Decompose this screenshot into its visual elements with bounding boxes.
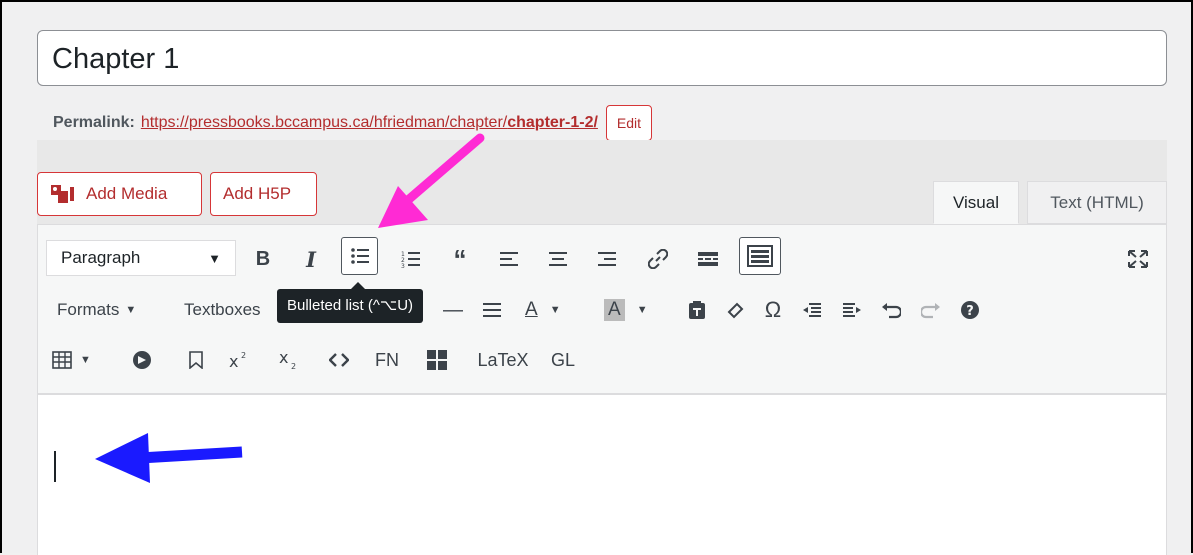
background-color-icon: A <box>604 299 625 321</box>
glossary-button[interactable]: GL <box>547 343 579 377</box>
format-select[interactable]: Paragraph ▼ <box>46 240 236 276</box>
bulleted-list-icon <box>350 247 370 265</box>
permalink-edit-button[interactable]: Edit <box>605 105 653 141</box>
svg-text:2: 2 <box>241 351 246 360</box>
h5p-icon[interactable] <box>129 343 155 377</box>
format-select-value: Paragraph <box>61 248 141 267</box>
add-h5p-label: Add H5P <box>223 184 292 203</box>
add-media-button[interactable]: Add Media <box>37 172 202 216</box>
superscript-icon[interactable]: x2 <box>226 343 252 377</box>
align-left-icon[interactable] <box>496 242 522 276</box>
code-icon[interactable] <box>326 343 352 377</box>
pink-arrow <box>378 133 485 228</box>
align-center-icon[interactable] <box>545 242 571 276</box>
table-button[interactable]: ▼ <box>52 343 102 377</box>
grid-icon[interactable] <box>424 343 450 377</box>
chevron-down-icon: ▼ <box>549 304 561 316</box>
formats-dropdown[interactable]: Formats ▼ <box>57 293 167 327</box>
add-h5p-button[interactable]: Add H5P <box>210 172 317 216</box>
latex-button[interactable]: LaTeX <box>470 343 536 377</box>
tab-text-html[interactable]: Text (HTML) <box>1027 181 1167 224</box>
bold-button[interactable]: B <box>250 242 276 276</box>
undo-icon[interactable] <box>878 293 904 327</box>
numbered-list-icon: 123 <box>401 250 421 268</box>
numbered-list-button[interactable]: 123 <box>398 242 424 276</box>
svg-text:x: x <box>279 350 288 367</box>
redo-icon[interactable] <box>918 293 944 327</box>
toolbar-toggle-icon[interactable] <box>739 237 781 275</box>
svg-text:3: 3 <box>401 263 405 268</box>
textboxes-dropdown[interactable]: Textboxes <box>184 293 279 327</box>
align-justify-icon[interactable] <box>479 293 505 327</box>
paste-as-text-icon[interactable] <box>684 293 710 327</box>
tab-visual[interactable]: Visual <box>933 181 1019 224</box>
clear-formatting-icon[interactable] <box>722 293 748 327</box>
chevron-down-icon: ▼ <box>208 250 221 266</box>
svg-text:2: 2 <box>291 362 296 370</box>
textboxes-label: Textboxes <box>184 300 261 319</box>
outdent-icon[interactable] <box>799 293 825 327</box>
media-icon <box>50 183 76 205</box>
bookmark-icon[interactable] <box>183 343 209 377</box>
align-right-icon[interactable] <box>594 242 620 276</box>
text-color-icon: A <box>525 299 538 320</box>
formats-label: Formats <box>57 300 120 319</box>
chevron-down-icon: ▼ <box>125 304 137 316</box>
permalink-row: Permalink: https://pressbooks.bccampus.c… <box>53 105 653 141</box>
svg-text:?: ? <box>966 304 974 319</box>
fullscreen-icon[interactable] <box>1125 242 1151 276</box>
horizontal-line-icon[interactable]: — <box>443 293 463 327</box>
title-input[interactable]: Chapter 1 <box>37 30 1167 86</box>
permalink-label: Permalink: <box>53 114 135 131</box>
table-icon <box>52 351 72 369</box>
italic-button[interactable]: I <box>298 242 324 276</box>
link-icon[interactable] <box>645 242 671 276</box>
bulleted-list-button[interactable] <box>341 237 378 275</box>
bulleted-list-tooltip: Bulleted list (^⌥U) <box>277 282 424 323</box>
chevron-down-icon: ▼ <box>636 304 648 316</box>
indent-icon[interactable] <box>839 293 865 327</box>
blue-arrow <box>95 433 243 483</box>
special-character-button[interactable]: Ω <box>760 293 786 327</box>
add-media-label: Add Media <box>86 184 168 203</box>
permalink-slug: chapter-1-2/ <box>507 114 598 131</box>
chevron-down-icon: ▼ <box>80 354 91 366</box>
help-icon[interactable]: ? <box>957 293 983 327</box>
footnote-button[interactable]: FN <box>372 343 402 377</box>
svg-text:x: x <box>229 352 238 369</box>
text-color-button[interactable]: A ▼ <box>525 293 575 327</box>
background-color-button[interactable]: A ▼ <box>604 293 659 327</box>
read-more-icon[interactable] <box>695 242 721 276</box>
subscript-icon[interactable]: x2 <box>276 343 302 377</box>
text-cursor <box>54 451 56 482</box>
blockquote-icon[interactable]: “ <box>447 242 473 276</box>
